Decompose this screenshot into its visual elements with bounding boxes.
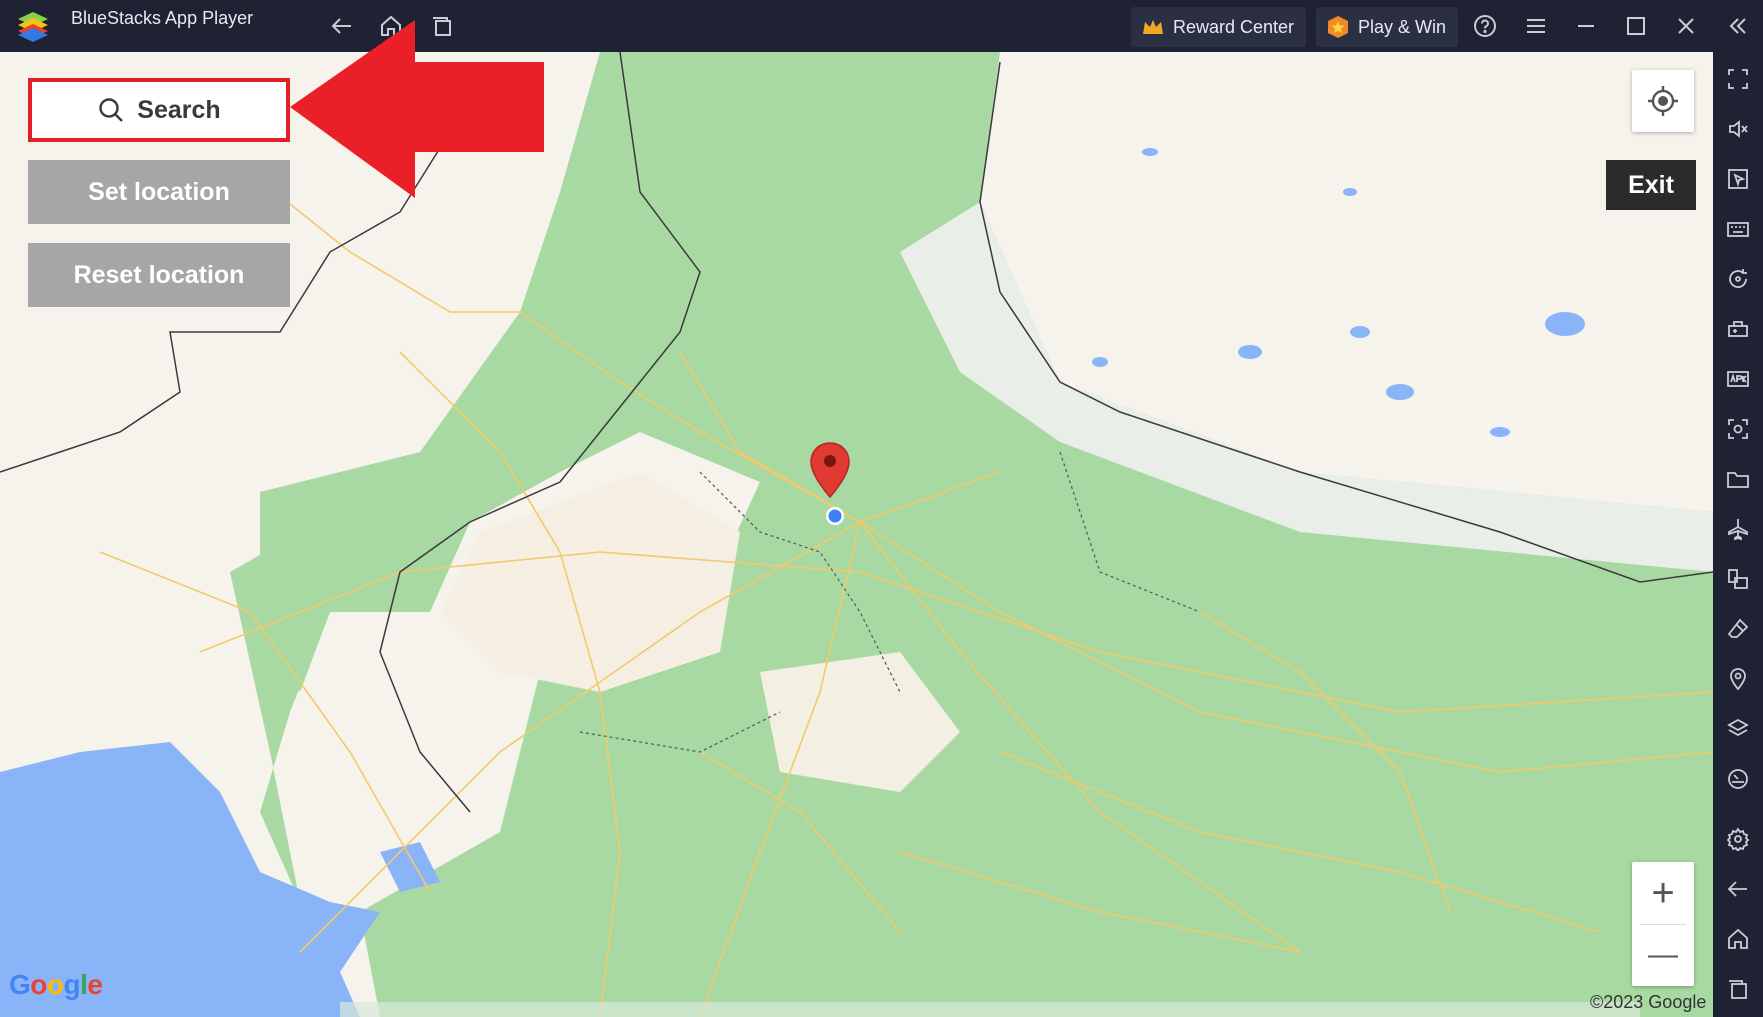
eraser-icon[interactable] [1724, 615, 1752, 643]
right-sidebar [1713, 52, 1763, 1017]
recents-icon[interactable] [1724, 975, 1752, 1003]
pointer-icon[interactable] [1724, 165, 1752, 193]
search-label: Search [137, 95, 221, 124]
maximize-icon[interactable] [1620, 10, 1652, 42]
reward-center-label: Reward Center [1173, 16, 1295, 37]
google-logo: Google [9, 969, 103, 1000]
layers-icon[interactable] [1724, 715, 1752, 743]
collapse-sidebar-icon[interactable] [1721, 10, 1753, 42]
home-icon[interactable] [1724, 925, 1752, 953]
red-arrow-annotation [290, 20, 544, 198]
fullscreen-icon[interactable] [1724, 65, 1752, 93]
map-copyright: ©2023 Google [1590, 992, 1707, 1012]
reset-location-button[interactable]: Reset location [28, 243, 290, 307]
help-icon[interactable] [1469, 10, 1501, 42]
minimize-icon[interactable] [1570, 10, 1602, 42]
user-location-dot-icon [826, 507, 844, 525]
play-win-button[interactable]: Play & Win [1316, 7, 1459, 47]
window-title: BlueStacks App Player [71, 8, 254, 28]
back-icon[interactable] [1724, 875, 1752, 903]
location-pin-icon[interactable] [808, 441, 852, 503]
star-badge-icon [1328, 16, 1348, 38]
speed-icon[interactable] [1724, 765, 1752, 793]
volume-mute-icon[interactable] [1724, 115, 1752, 143]
apk-icon[interactable] [1724, 365, 1752, 393]
zoom-out-button[interactable]: — [1632, 924, 1694, 986]
keyboard-icon[interactable] [1724, 215, 1752, 243]
rotate-icon[interactable] [1724, 265, 1752, 293]
multi-instance-icon[interactable] [1724, 565, 1752, 593]
my-location-button[interactable] [1632, 70, 1694, 132]
zoom-controls: + — [1632, 862, 1694, 986]
set-location-button[interactable]: Set location [28, 160, 290, 224]
reward-center-button[interactable]: Reward Center [1131, 7, 1307, 47]
menu-icon[interactable] [1520, 10, 1552, 42]
folder-icon[interactable] [1724, 465, 1752, 493]
location-icon[interactable] [1724, 665, 1752, 693]
airplane-icon[interactable] [1724, 515, 1752, 543]
close-icon[interactable] [1670, 10, 1702, 42]
crosshair-icon [1648, 86, 1678, 116]
exit-button[interactable]: Exit [1606, 160, 1696, 210]
controller-icon[interactable] [1724, 315, 1752, 343]
bluestacks-logo-icon [18, 12, 48, 42]
settings-icon[interactable] [1724, 825, 1752, 853]
screenshot-icon[interactable] [1724, 415, 1752, 443]
search-button[interactable]: Search [28, 78, 290, 142]
search-icon [99, 98, 124, 122]
play-win-label: Play & Win [1358, 16, 1447, 37]
title-bar: BlueStacks App Player Reward Center Play… [0, 0, 1763, 52]
zoom-in-button[interactable]: + [1632, 862, 1694, 924]
crown-icon [1143, 20, 1163, 34]
